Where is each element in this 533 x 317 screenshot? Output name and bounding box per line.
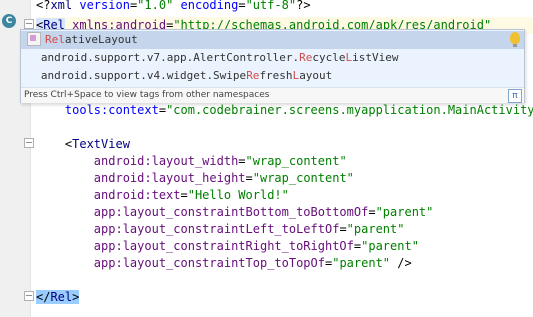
fold-marker-icon[interactable] — [24, 291, 34, 301]
code-token: app:layout_constraintTop_toTopOf — [36, 256, 325, 270]
code-token: = — [238, 0, 246, 12]
code-token: "parent" — [361, 239, 419, 253]
fold-marker-icon[interactable] — [24, 19, 34, 29]
code-token: app:layout_constraintRight_toRightOf — [36, 239, 354, 253]
code-token: </ — [36, 290, 51, 304]
completion-text: android.support.v7.app.AlertController. — [40, 51, 300, 64]
code-token: tools:context — [36, 103, 159, 117]
code-token: "utf-8" — [245, 0, 297, 12]
code-token: android:text — [36, 188, 181, 202]
code-token: <? — [36, 0, 51, 12]
code-token: xml — [50, 0, 80, 12]
code-token: = — [368, 205, 376, 219]
code-line[interactable]: app:layout_constraintBottom_toBottomOf="… — [36, 204, 434, 221]
code-token: android:layout_width — [36, 154, 239, 168]
completion-text: cycle — [312, 51, 346, 64]
code-token: "wrap_content" — [252, 171, 354, 185]
code-line[interactable]: android:text="Hello World!" — [36, 187, 289, 204]
code-line[interactable]: tools:context="com.codebrainer.screens.m… — [36, 102, 533, 119]
completion-text: istView — [352, 51, 399, 64]
completion-text: ayout — [299, 69, 333, 82]
code-token: encoding — [173, 0, 239, 12]
code-line[interactable]: android:layout_width="wrap_content" — [36, 153, 347, 170]
code-token: = — [238, 154, 246, 168]
code-token: = — [180, 188, 188, 202]
completion-popup: RelativeLayout android.support.v7.app.Al… — [20, 29, 525, 103]
code-token: > — [72, 290, 80, 304]
code-token: ?> — [296, 0, 311, 12]
code-token: "wrap_content" — [245, 154, 347, 168]
code-line[interactable]: app:layout_constraintRight_toRightOf="pa… — [36, 238, 419, 255]
lightbulb-icon[interactable] — [510, 32, 520, 47]
item-indent — [21, 69, 41, 82]
code-token: "1.0" — [137, 0, 174, 12]
code-token: < — [36, 137, 73, 151]
completion-item[interactable]: android.support.v4.widget.SwipeRefreshLa… — [21, 67, 524, 85]
xml-tag-icon — [27, 32, 41, 46]
code-token: app:layout_constraintLeft_toLeftOf — [36, 222, 340, 236]
item-indent — [21, 51, 41, 64]
code-token: version — [79, 0, 130, 12]
code-token: = — [339, 222, 347, 236]
code-line[interactable]: app:layout_constraintLeft_toLeftOf="pare… — [36, 221, 405, 238]
code-token: /> — [390, 256, 412, 270]
completion-text: Rel — [45, 33, 65, 46]
code-token: android:layout_height — [36, 171, 246, 185]
class-badge-icon: C — [2, 14, 16, 28]
fold-marker-icon[interactable] — [24, 138, 34, 148]
completion-item[interactable]: android.support.v7.app.AlertController.R… — [21, 49, 524, 67]
code-line[interactable]: android:layout_height="wrap_content" — [36, 170, 354, 187]
code-token: "parent" — [375, 205, 434, 219]
completion-text: android.support.v4.widget.Swipe — [40, 69, 247, 82]
code-token: = — [245, 171, 253, 185]
code-token: Rel — [50, 290, 73, 304]
code-line[interactable]: <TextView — [36, 136, 130, 153]
completion-text: ativeLayout — [64, 33, 138, 46]
completion-item[interactable]: RelativeLayout — [21, 31, 524, 49]
completion-footer: Press Ctrl+Space to view tags from other… — [21, 87, 524, 103]
code-line[interactable]: app:layout_constraintTop_toTopOf="parent… — [36, 255, 412, 272]
completion-text: fresh — [259, 69, 293, 82]
completion-hint: Press Ctrl+Space to view tags from other… — [24, 90, 270, 100]
code-line[interactable]: </Rel> — [36, 289, 80, 306]
code-token: "com.codebrainer.screens.myapplication.M… — [166, 103, 533, 117]
code-token: app:layout_constraintBottom_toBottomOf — [36, 205, 369, 219]
code-token: TextView — [72, 137, 130, 151]
code-token: = — [158, 103, 167, 117]
completion-text: Re — [246, 69, 260, 82]
code-line[interactable]: <?xml version="1.0" encoding="utf-8"?> — [36, 0, 311, 14]
code-token: "Hello World!" — [187, 188, 289, 202]
code-token: "parent" — [332, 256, 391, 270]
pi-icon[interactable]: π — [508, 89, 522, 103]
completion-text: Re — [299, 51, 313, 64]
code-token: "parent" — [346, 222, 405, 236]
